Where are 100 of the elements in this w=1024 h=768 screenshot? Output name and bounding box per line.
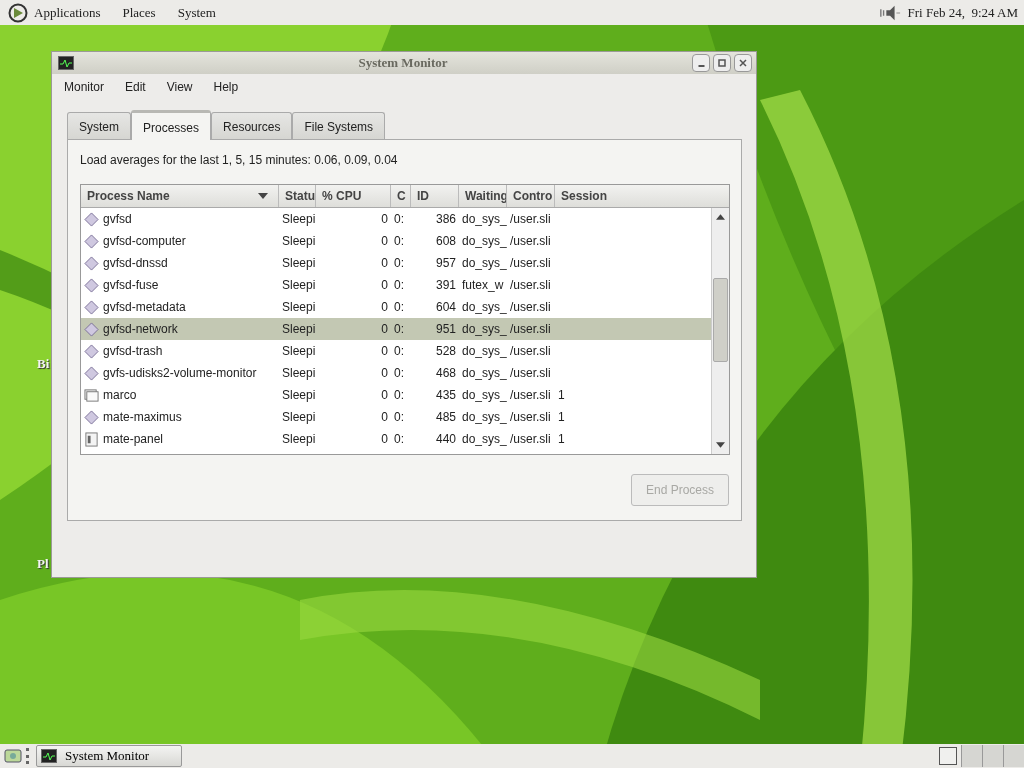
table-cell-text: /user.sli — [509, 322, 552, 336]
minimize-icon — [697, 65, 705, 67]
maximize-button[interactable] — [713, 54, 731, 72]
diamond-icon — [84, 409, 99, 425]
table-cell-text: Sleepi — [281, 366, 316, 380]
table-cell-text: 951 — [434, 322, 457, 336]
close-icon — [738, 58, 748, 68]
table-cell-text: 0 — [380, 366, 389, 380]
panel-menu[interactable]: System — [177, 4, 216, 21]
table-cell-text: 0: — [393, 344, 405, 358]
table-cell-text: 608 — [434, 234, 457, 248]
table-cell-text: 0: — [393, 432, 405, 446]
table-cell-text: 0 — [380, 432, 389, 446]
table-cell-text: 0 — [380, 212, 389, 226]
table-cell-text: do_sys_ — [461, 212, 507, 226]
table-cell-text: 0: — [393, 212, 405, 226]
column-header[interactable]: Session — [555, 185, 729, 207]
scroll-down-icon[interactable] — [716, 442, 725, 448]
table-row[interactable]: mate-maximus Sleepi 0 0: 485 do_sys_ /user.sli 1 — [81, 406, 711, 428]
column-header[interactable]: Process Name — [81, 185, 279, 207]
table-cell-text: 0 — [380, 388, 389, 402]
workspace-button[interactable] — [939, 747, 957, 765]
table-row[interactable]: gvfsd-computer Sleepi 0 0: 608 do_sys_ /user.sli — [81, 230, 711, 252]
panel-menu[interactable]: Applications — [34, 4, 101, 21]
tab[interactable]: System — [67, 112, 131, 139]
table-cell-text: 440 — [434, 432, 457, 446]
column-header[interactable]: C — [391, 185, 411, 207]
table-cell-text: 485 — [434, 410, 457, 424]
table-cell-text: do_sys_ — [461, 366, 507, 380]
table-cell-text: Sleepi — [281, 300, 316, 314]
menu-item[interactable]: View — [166, 80, 193, 102]
table-cell-text: 0 — [380, 344, 389, 358]
monitor-icon — [41, 749, 57, 763]
table-cell-text: 0: — [393, 256, 405, 270]
table-cell-text: Sleepi — [281, 234, 316, 248]
sort-arrow-icon — [258, 193, 268, 199]
table-row[interactable]: gvfsd-dnssd Sleepi 0 0: 957 do_sys_ /user.sli — [81, 252, 711, 274]
table-cell-text: 528 — [434, 344, 457, 358]
table-row[interactable]: gvfsd Sleepi 0 0: 386 do_sys_ /user.sli — [81, 208, 711, 230]
table-cell-text: Sleepi — [281, 410, 316, 424]
column-header[interactable]: ID — [411, 185, 459, 207]
scroll-up-icon[interactable] — [716, 214, 725, 220]
close-button[interactable] — [734, 54, 752, 72]
load-averages-text: Load averages for the last 1, 5, 15 minutes: 0.06, 0.09, 0.04 — [80, 153, 399, 167]
window-icon — [84, 387, 99, 403]
tab[interactable]: Processes — [131, 110, 212, 140]
tab[interactable]: Resources — [211, 112, 293, 139]
table-cell-text: 0: — [393, 410, 405, 424]
table-cell-text: do_sys_ — [461, 322, 507, 336]
table-row[interactable]: marco Sleepi 0 0: 435 do_sys_ /user.sli 1 — [81, 384, 711, 406]
column-header[interactable]: Contro — [507, 185, 555, 207]
scrollbar[interactable] — [711, 208, 729, 454]
table-cell: gvfsd — [81, 211, 279, 227]
table-cell-text: /user.sli — [509, 234, 552, 248]
table-row[interactable]: gvfsd-fuse Sleepi 0 0: 391 futex_w /user.sli — [81, 274, 711, 296]
table-cell-text: 468 — [434, 366, 457, 380]
tab[interactable]: File Systems — [292, 112, 386, 139]
column-header[interactable]: Statu — [279, 185, 316, 207]
monitor-icon — [58, 56, 74, 70]
table-cell: gvfsd-dnssd — [81, 255, 279, 271]
table-cell-text: Sleepi — [281, 212, 316, 226]
column-header[interactable]: % CPU — [316, 185, 391, 207]
table-cell-text: do_sys_ — [461, 256, 507, 270]
minimize-button[interactable] — [692, 54, 710, 72]
table-cell-text: /user.sli — [509, 344, 552, 358]
table-cell-text: do_sys_ — [461, 234, 507, 248]
table-cell-text: 435 — [434, 388, 457, 402]
diamond-icon — [84, 321, 99, 337]
diamond-icon — [84, 211, 99, 227]
clock[interactable]: Fri Feb 24, 9:24 AM — [907, 4, 1018, 21]
table-row[interactable]: mate-panel Sleepi 0 0: 440 do_sys_ /user.sli 1 — [81, 428, 711, 450]
table-cell-text: 391 — [434, 278, 457, 292]
menu-item[interactable]: Monitor — [64, 80, 104, 102]
table-cell: marco — [81, 387, 279, 403]
volume-icon[interactable] — [879, 3, 902, 22]
show-desktop-icon[interactable] — [4, 748, 22, 764]
table-cell-text: 1 — [557, 410, 566, 424]
table-cell: gvfsd-network — [81, 321, 279, 337]
window-title: System Monitor — [357, 55, 449, 71]
table-cell: mate-maximus — [81, 409, 279, 425]
table-cell-text: Sleepi — [281, 278, 316, 292]
table-row[interactable]: gvfsd-metadata Sleepi 0 0: 604 do_sys_ /user.sli — [81, 296, 711, 318]
table-cell-text: 0: — [393, 366, 405, 380]
table-cell-text: Sleepi — [281, 256, 316, 270]
table-row[interactable]: gvfsd-trash Sleepi 0 0: 528 do_sys_ /user.sli — [81, 340, 711, 362]
taskbar-button[interactable]: System Monitor — [36, 745, 182, 767]
table-cell-text: 0: — [393, 300, 405, 314]
table-row[interactable]: gvfsd-network Sleepi 0 0: 951 do_sys_ /user.sli — [81, 318, 711, 340]
table-cell-text: do_sys_ — [461, 388, 507, 402]
menu-item[interactable]: Help — [213, 80, 239, 102]
table-cell-text: 0 — [380, 410, 389, 424]
table-cell-text: futex_w — [461, 278, 505, 292]
menu-item[interactable]: Edit — [125, 80, 146, 102]
diamond-icon — [84, 365, 99, 381]
panel-icon — [84, 431, 99, 447]
logo-icon[interactable] — [8, 2, 28, 23]
diamond-icon — [84, 343, 99, 359]
table-cell-text: 0: — [393, 278, 405, 292]
table-row[interactable]: gvfs-udisks2-volume-monitor Sleepi 0 0: 468 do_sys_ /user.sli — [81, 362, 711, 384]
panel-menu[interactable]: Places — [122, 4, 156, 21]
